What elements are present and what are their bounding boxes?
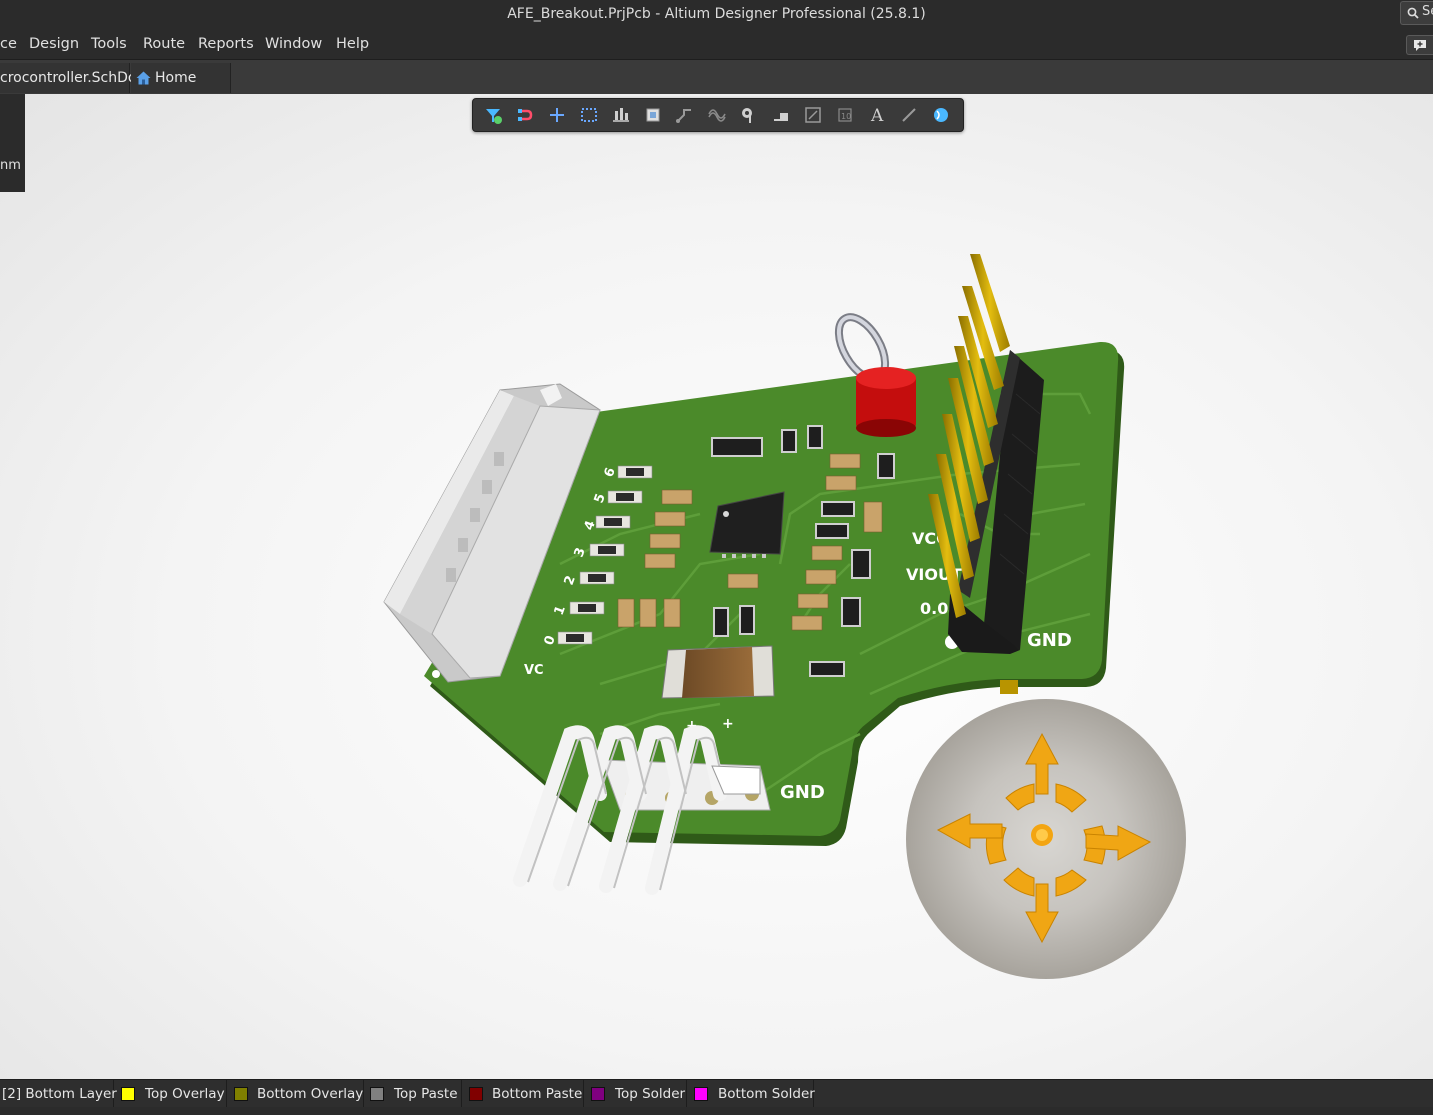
select-rectangle-icon[interactable] [579,105,599,125]
layer-color-swatch [121,1087,135,1101]
silk-zero: 0.0 [920,599,948,618]
menu-window[interactable]: Window [265,36,322,52]
pcb-3d-scene[interactable]: GND GND VCC VIOUT 0.0 VC 6 5 4 3 2 1 0 +… [0,94,1433,1079]
window-title: AFE_Breakout.PrjPcb - Altium Designer Pr… [507,6,926,22]
layer-label: Top Solder [615,1086,686,1102]
layer-label: [2] Bottom Layer [2,1086,117,1102]
layer-tab-bottom-overlay[interactable]: Bottom Overlay [227,1080,364,1108]
layer-color-swatch [694,1087,708,1101]
tab-microcontroller-schdoc[interactable]: crocontroller.SchDoc [0,63,144,93]
layer-tab-top-solder[interactable]: Top Solder [584,1080,687,1108]
active-bar: 10 A [472,98,964,132]
menu-route[interactable]: Route [143,36,185,52]
menu-bar: ce Design Tools Route Reports Window Hel… [0,30,1433,60]
layer-label: Top Paste [394,1086,458,1102]
layer-tab-top-paste[interactable]: Top Paste [364,1080,462,1108]
3d-body-icon[interactable] [931,105,951,125]
via-icon[interactable] [739,105,759,125]
comment-icon [1414,40,1426,51]
menu-help[interactable]: Help [336,36,369,52]
document-tabs: crocontroller.SchDoc Home Page [0,60,1433,116]
layer-color-swatch [469,1087,483,1101]
filter-icon[interactable] [483,105,503,125]
tab-home-page[interactable]: Home Page [131,63,231,116]
home-icon [136,71,151,85]
layer-label: Top Overlay [145,1086,225,1102]
silk-bottom-pin-3: + [722,716,734,732]
layer-color-swatch [370,1087,384,1101]
polygon-icon[interactable] [771,105,791,125]
line-icon[interactable] [899,105,919,125]
search-label: Se [1422,4,1433,19]
unit-label: nm [0,158,21,173]
view-navigator[interactable] [906,699,1186,979]
menu-place[interactable]: ce [0,36,17,52]
route-icon[interactable] [675,105,695,125]
align-icon[interactable] [611,105,631,125]
svg-text:A: A [870,106,884,125]
place-icon[interactable] [547,105,567,125]
text-icon[interactable]: A [867,105,887,125]
layer-tab-top-overlay[interactable]: Top Overlay [114,1080,227,1108]
keepout-icon[interactable]: 10 [835,105,855,125]
tab-label: crocontroller.SchDoc [0,70,145,86]
layer-color-swatch [591,1087,605,1101]
svg-text:10: 10 [841,112,851,121]
dimension-icon[interactable] [803,105,823,125]
layer-color-swatch [234,1087,248,1101]
comment-button[interactable] [1406,35,1433,55]
layer-tab-bottom-paste[interactable]: Bottom Paste [462,1080,584,1108]
layer-label: Bottom Solder [718,1086,815,1102]
silk-vc: VC [524,663,544,678]
component-icon[interactable] [643,105,663,125]
interactive-routing-icon[interactable] [515,105,535,125]
layer-tab-bottom-layer[interactable]: [2] Bottom Layer [0,1080,117,1108]
layer-tabs: [2] Bottom Layer Top Overlay Bottom Over… [0,1079,1433,1108]
title-bar: AFE_Breakout.PrjPcb - Altium Designer Pr… [0,0,1433,30]
silk-gnd-bottom: GND [780,782,825,803]
menu-tools[interactable]: Tools [91,36,127,52]
menu-design[interactable]: Design [29,36,79,52]
layer-label: Bottom Overlay [257,1086,364,1102]
side-panel-collapsed[interactable]: nm [0,94,25,192]
layer-tab-bottom-solder[interactable]: Bottom Solder [687,1080,815,1108]
search-icon [1407,7,1419,19]
pcb-3d-view[interactable]: GND GND VCC VIOUT 0.0 VC 6 5 4 3 2 1 0 +… [0,94,1433,1079]
menu-reports[interactable]: Reports [198,36,254,52]
search-box[interactable]: Se [1400,1,1433,25]
silk-gnd-right: GND [1027,630,1072,651]
status-bar [0,1107,1433,1115]
diff-pair-icon[interactable] [707,105,727,125]
layer-label: Bottom Paste [492,1086,583,1102]
